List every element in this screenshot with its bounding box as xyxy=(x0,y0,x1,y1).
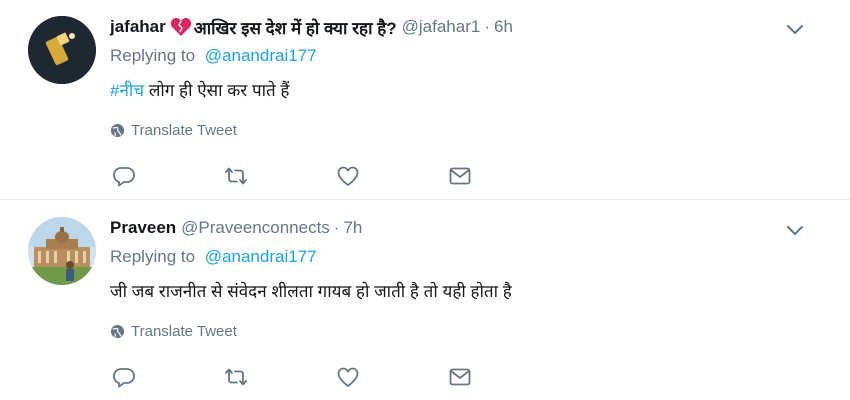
heart-icon xyxy=(337,367,359,387)
tweet-actions xyxy=(110,363,490,391)
like-button[interactable] xyxy=(334,363,362,391)
reply-button[interactable] xyxy=(110,363,138,391)
replying-to-line: Replying to @anandrai177 xyxy=(110,46,317,66)
display-name-suffix: आखिर इस देश में हो क्या रहा है? xyxy=(193,18,397,38)
retweet-button[interactable] xyxy=(222,162,250,190)
tweet-actions xyxy=(110,162,490,190)
retweet-icon xyxy=(225,368,247,386)
translate-tweet-button[interactable]: Translate Tweet xyxy=(110,323,237,340)
reply-button[interactable] xyxy=(110,162,138,190)
replying-to-line: Replying to @anandrai177 xyxy=(110,247,317,267)
user-handle[interactable]: @jafahar1 xyxy=(402,17,481,37)
display-name[interactable]: jafahar xyxy=(110,17,166,37)
chevron-down-icon[interactable] xyxy=(784,18,806,40)
direct-message-button[interactable] xyxy=(446,363,474,391)
envelope-icon xyxy=(449,368,471,386)
like-button[interactable] xyxy=(334,162,362,190)
avatar[interactable] xyxy=(28,217,96,285)
tweet-header: jafahar आखिर इस देश में हो क्या रहा है? … xyxy=(110,14,770,40)
translate-tweet-label: Translate Tweet xyxy=(131,323,237,340)
direct-message-button[interactable] xyxy=(446,162,474,190)
display-name[interactable]: Praveen xyxy=(110,218,176,238)
separator-dot: · xyxy=(333,218,340,237)
globe-icon xyxy=(110,123,125,138)
chevron-down-icon[interactable] xyxy=(784,219,806,241)
heart-icon xyxy=(337,166,359,186)
tweet-text: #नीच लोग ही ऐसा कर पाते हैं xyxy=(110,78,289,101)
retweet-button[interactable] xyxy=(222,363,250,391)
tweet-header: Praveen @Praveenconnects · 7h xyxy=(110,215,770,241)
avatar[interactable] xyxy=(28,16,96,84)
user-handle[interactable]: @Praveenconnects xyxy=(181,218,330,238)
reply-icon xyxy=(113,167,135,187)
tweet-text: जी जब राजनीत से संवेदन शीलता गायब हो जात… xyxy=(110,282,512,301)
translate-tweet-label: Translate Tweet xyxy=(131,122,237,139)
hashtag-link[interactable]: #नीच xyxy=(110,81,144,100)
replying-to-link[interactable]: @anandrai177 xyxy=(205,46,317,65)
retweet-icon xyxy=(225,167,247,185)
replying-to-link[interactable]: @anandrai177 xyxy=(205,247,317,266)
envelope-icon xyxy=(449,167,471,185)
timestamp[interactable]: 6h xyxy=(494,17,513,37)
tweet-card[interactable]: Praveen @Praveenconnects · 7h Replying t… xyxy=(0,201,850,400)
replying-to-label: Replying to xyxy=(110,247,196,266)
tweet-text-body: लोग ही ऐसा कर पाते हैं xyxy=(144,81,290,100)
translate-tweet-button[interactable]: Translate Tweet xyxy=(110,122,237,139)
globe-icon xyxy=(110,324,125,339)
broken-heart-emoji-icon xyxy=(170,17,192,37)
replying-to-label: Replying to xyxy=(110,46,196,65)
separator-dot: · xyxy=(484,17,490,36)
timestamp[interactable]: 7h xyxy=(343,218,362,238)
tweet-card[interactable]: jafahar आखिर इस देश में हो क्या रहा है? … xyxy=(0,0,850,200)
reply-icon xyxy=(113,368,135,388)
